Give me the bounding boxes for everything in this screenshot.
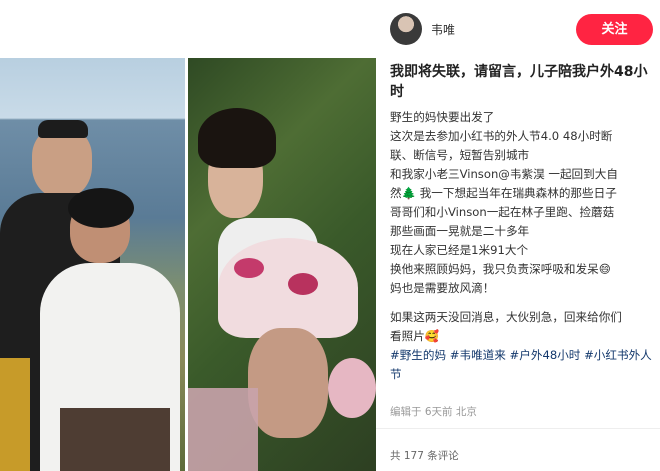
body-line: 换他来照顾妈妈，我只负责深呼吸和发呆😄 — [390, 262, 611, 276]
media-area — [0, 0, 376, 471]
comment-count[interactable]: 共 177 条评论 — [390, 448, 459, 463]
photo-son-and-mother-garden[interactable] — [188, 58, 376, 471]
note-body: 野生的妈快要出发了 这次是去参加小红书的外人节4.0 48小时断 联、断信号，短… — [390, 108, 654, 384]
body-line: 野生的妈快要出发了 — [390, 110, 495, 124]
author-header: 韦唯 关注 — [376, 0, 660, 58]
note-title: 我即将失联，请留言，儿子陪我户外48小时 — [390, 64, 648, 100]
body-line: 妈也是需要放风滴！ — [390, 281, 495, 295]
hashtag-links[interactable]: #野生的妈 #韦唯道来 #户外48小时 #小红书外人节 — [390, 346, 654, 384]
note-detail-panel: 韦唯 关注 我即将失联，请留言，儿子陪我户外48小时 野生的妈快要出发了 这次是… — [376, 0, 660, 471]
body-line: 那些画面一晃就是二十多年 — [390, 224, 530, 238]
body-line: 然🌲 我一下想起当年在瑞典森林的那些日子 — [390, 186, 617, 200]
body-line: 现在人家已经是1米91大个 — [390, 243, 529, 257]
edit-time-location: 编辑于 6天前 北京 — [390, 406, 477, 418]
body-line: 哥哥们和小Vinson一起在林子里跑、捡蘑菇 — [390, 205, 615, 219]
body-line: 联、断信号，短暂告别城市 — [390, 148, 530, 162]
body-line: 如果这两天没回消息，大伙别急，回来给你们 — [390, 310, 622, 324]
follow-button[interactable]: 关注 — [576, 14, 653, 45]
body-line: 和我家小老三Vinson@韦紫淏 一起回到大自 — [390, 167, 618, 181]
body-line: 看照片🥰 — [390, 329, 440, 343]
avatar[interactable] — [390, 13, 422, 45]
body-line: 这次是去参加小红书的外人节4.0 48小时断 — [390, 129, 613, 143]
body-line — [390, 298, 654, 308]
author-name[interactable]: 韦唯 — [431, 21, 455, 38]
divider — [376, 428, 660, 429]
photo-mother-son-seaside[interactable] — [0, 58, 185, 471]
